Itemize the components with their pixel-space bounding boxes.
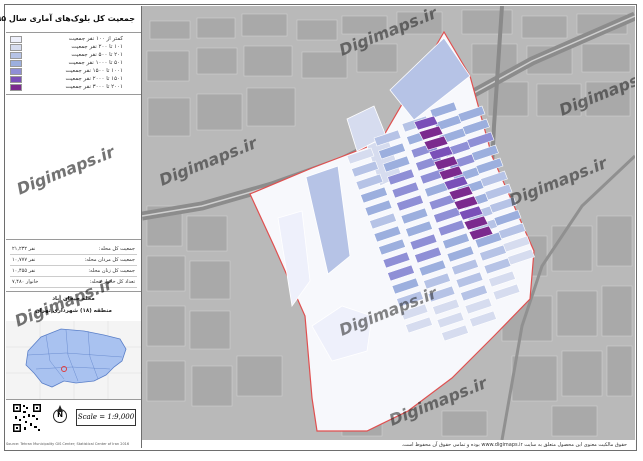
qr-code (12, 403, 42, 433)
scale-box: Scale = 1:9,000 (76, 409, 136, 426)
stat-row: تعداد کل خانوار محله: ۷,۴۸۰ خانوار (10, 278, 137, 288)
map-canvas[interactable]: Digimaps.ir Digimaps.ir Digimaps.ir Digi… (142, 6, 635, 440)
locator-map (6, 321, 141, 400)
legend-swatch-0 (10, 36, 22, 43)
stat-key: جمعیت کل زنان محله: (88, 268, 135, 274)
legend-panel: جمعیت کل بلوک‌های آماری سال ۱۳۹۵ کمتر از… (0, 6, 142, 448)
stat-value: ۲۱,۲۳۲ نفر (12, 246, 36, 252)
legend-swatch-4 (10, 68, 22, 75)
legend-swatch-3 (10, 60, 22, 67)
legend-swatch-5 (10, 76, 22, 83)
stat-value: ۷,۴۸۰ خانوار (12, 279, 39, 285)
legend-label: ۱۰۰۱ تا ۱۵۰۰ نفر جمعیت (65, 68, 124, 74)
stat-row: جمعیت کل محله: ۲۱,۲۳۲ نفر (10, 245, 137, 255)
map-svg[interactable]: Digimaps.ir Digimaps.ir Digimaps.ir Digi… (142, 6, 635, 440)
legend-label: ۲۰۰۱ تا ۳۰۰۰ نفر جمعیت (65, 84, 124, 90)
footer: Source: Tehran Municipality GIS Center; … (6, 440, 635, 451)
legend-label: ۵۰۱ تا ۱۰۰۰ نفر جمعیت (68, 60, 123, 66)
stat-key: جمعیت کل محله: (98, 246, 135, 252)
legend-swatch-2 (10, 52, 22, 59)
legend-label: ۲۰۱ تا ۵۰۰ نفر جمعیت (71, 52, 123, 58)
legend-section: کمتر از ۱۰۰ نفر جمعیت ۱۰۱ تا ۲۰۰ نفر جمع… (6, 32, 141, 95)
map-title: جمعیت کل بلوک‌های آماری سال ۱۳۹۵ (0, 14, 135, 23)
stat-row: جمعیت کل مردان محله: ۱۰,۷۷۷ نفر (10, 256, 137, 266)
legend-label: ۱۰۱ تا ۲۰۰ نفر جمعیت (71, 44, 123, 50)
stat-row: جمعیت کل زنان محله: ۱۰,۴۵۵ نفر (10, 267, 137, 277)
stats-section: جمعیت کل محله: ۲۱,۲۳۲ نفر جمعیت کل مردان … (6, 239, 141, 292)
copyright-notice: حقوق مالکیت معنوی این محصول متعلق به سای… (401, 442, 627, 448)
legend-swatch-6 (10, 84, 22, 91)
stat-key: جمعیت کل مردان محله: (84, 257, 135, 263)
north-label: N (57, 411, 63, 419)
north-arrow: N (52, 404, 68, 428)
stat-value: ۱۰,۴۵۵ نفر (12, 268, 36, 274)
legend-label: ۱۵۰۱ تا ۲۰۰۰ نفر جمعیت (65, 76, 124, 82)
provenance-note: Source: Tehran Municipality GIS Center; … (6, 442, 130, 446)
title-section: جمعیت کل بلوک‌های آماری سال ۱۳۹۵ (0, 6, 141, 33)
legend-swatch-1 (10, 44, 22, 51)
stat-value: ۱۰,۷۷۷ نفر (12, 257, 36, 263)
tehran-locator-svg (6, 321, 141, 399)
legend-label: کمتر از ۱۰۰ نفر جمعیت (68, 36, 123, 42)
